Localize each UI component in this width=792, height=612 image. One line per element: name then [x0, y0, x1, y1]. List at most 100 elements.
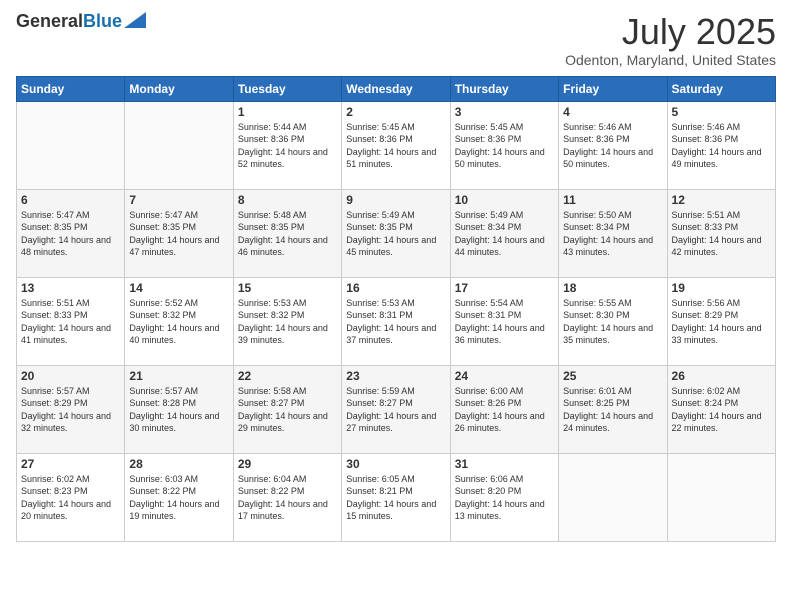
calendar-cell: 27 Sunrise: 6:02 AMSunset: 8:23 PMDayligh…: [17, 453, 125, 541]
header: GeneralBlue July 2025 Odenton, Maryland,…: [16, 12, 776, 68]
calendar-cell: 10 Sunrise: 5:49 AMSunset: 8:34 PMDayligh…: [450, 189, 558, 277]
day-info: Sunrise: 5:46 AMSunset: 8:36 PMDaylight:…: [672, 121, 771, 171]
calendar-header-row: Sunday Monday Tuesday Wednesday Thursday…: [17, 76, 776, 101]
calendar-cell: 4 Sunrise: 5:46 AMSunset: 8:36 PMDaylight…: [559, 101, 667, 189]
day-info: Sunrise: 5:55 AMSunset: 8:30 PMDaylight:…: [563, 297, 662, 347]
day-number: 12: [672, 193, 771, 207]
calendar-week-row: 1Sunrise: 5:44 AMSunset: 8:36 PMDaylight…: [17, 101, 776, 189]
calendar-cell: 17 Sunrise: 5:54 AMSunset: 8:31 PMDayligh…: [450, 277, 558, 365]
main-title: July 2025: [565, 12, 776, 52]
day-number: 21: [129, 369, 228, 383]
day-number: 22: [238, 369, 337, 383]
calendar-cell: 2Sunrise: 5:45 AMSunset: 8:36 PMDaylight…: [342, 101, 450, 189]
day-info: Sunrise: 5:58 AMSunset: 8:27 PMDaylight:…: [238, 385, 337, 435]
calendar-cell: 26 Sunrise: 6:02 AMSunset: 8:24 PMDayligh…: [667, 365, 775, 453]
calendar-week-row: 27 Sunrise: 6:02 AMSunset: 8:23 PMDayligh…: [17, 453, 776, 541]
day-info: Sunrise: 5:49 AMSunset: 8:34 PMDaylight:…: [455, 209, 554, 259]
calendar-cell: 15 Sunrise: 5:53 AMSunset: 8:32 PMDayligh…: [233, 277, 341, 365]
title-area: July 2025 Odenton, Maryland, United Stat…: [565, 12, 776, 68]
day-info: Sunrise: 6:02 AMSunset: 8:24 PMDaylight:…: [672, 385, 771, 435]
day-info: Sunrise: 5:53 AMSunset: 8:31 PMDaylight:…: [346, 297, 445, 347]
day-number: 8: [238, 193, 337, 207]
header-wednesday: Wednesday: [342, 76, 450, 101]
calendar-cell: 7 Sunrise: 5:47 AMSunset: 8:35 PMDaylight…: [125, 189, 233, 277]
day-number: 25: [563, 369, 662, 383]
day-info: Sunrise: 5:51 AMSunset: 8:33 PMDaylight:…: [21, 297, 120, 347]
day-number: 26: [672, 369, 771, 383]
day-number: 31: [455, 457, 554, 471]
day-info: Sunrise: 5:44 AMSunset: 8:36 PMDaylight:…: [238, 121, 337, 171]
calendar-cell: 19Sunrise: 5:56 AMSunset: 8:29 PMDayligh…: [667, 277, 775, 365]
calendar-cell: 30 Sunrise: 6:05 AMSunset: 8:21 PMDayligh…: [342, 453, 450, 541]
day-info: Sunrise: 5:45 AMSunset: 8:36 PMDaylight:…: [346, 121, 445, 171]
calendar-cell: 29 Sunrise: 6:04 AMSunset: 8:22 PMDayligh…: [233, 453, 341, 541]
header-tuesday: Tuesday: [233, 76, 341, 101]
day-info: Sunrise: 5:51 AMSunset: 8:33 PMDaylight:…: [672, 209, 771, 259]
calendar-cell: 12 Sunrise: 5:51 AMSunset: 8:33 PMDayligh…: [667, 189, 775, 277]
day-info: Sunrise: 5:59 AMSunset: 8:27 PMDaylight:…: [346, 385, 445, 435]
day-number: 17: [455, 281, 554, 295]
calendar-cell: 28 Sunrise: 6:03 AMSunset: 8:22 PMDayligh…: [125, 453, 233, 541]
day-info: Sunrise: 5:46 AMSunset: 8:36 PMDaylight:…: [563, 121, 662, 171]
day-info: Sunrise: 5:47 AMSunset: 8:35 PMDaylight:…: [129, 209, 228, 259]
day-number: 4: [563, 105, 662, 119]
subtitle: Odenton, Maryland, United States: [565, 52, 776, 68]
calendar-week-row: 20 Sunrise: 5:57 AMSunset: 8:29 PMDayligh…: [17, 365, 776, 453]
day-info: Sunrise: 5:52 AMSunset: 8:32 PMDaylight:…: [129, 297, 228, 347]
day-number: 3: [455, 105, 554, 119]
day-number: 28: [129, 457, 228, 471]
calendar-cell: 23 Sunrise: 5:59 AMSunset: 8:27 PMDayligh…: [342, 365, 450, 453]
day-info: Sunrise: 5:45 AMSunset: 8:36 PMDaylight:…: [455, 121, 554, 171]
page: GeneralBlue July 2025 Odenton, Maryland,…: [0, 0, 792, 612]
day-info: Sunrise: 5:49 AMSunset: 8:35 PMDaylight:…: [346, 209, 445, 259]
day-info: Sunrise: 5:47 AMSunset: 8:35 PMDaylight:…: [21, 209, 120, 259]
day-number: 29: [238, 457, 337, 471]
day-info: Sunrise: 6:01 AMSunset: 8:25 PMDaylight:…: [563, 385, 662, 435]
calendar-cell: 16 Sunrise: 5:53 AMSunset: 8:31 PMDayligh…: [342, 277, 450, 365]
calendar-cell: [667, 453, 775, 541]
calendar-cell: 31Sunrise: 6:06 AMSunset: 8:20 PMDayligh…: [450, 453, 558, 541]
calendar-cell: 3 Sunrise: 5:45 AMSunset: 8:36 PMDaylight…: [450, 101, 558, 189]
day-info: Sunrise: 5:53 AMSunset: 8:32 PMDaylight:…: [238, 297, 337, 347]
calendar-week-row: 6 Sunrise: 5:47 AMSunset: 8:35 PMDaylight…: [17, 189, 776, 277]
day-number: 20: [21, 369, 120, 383]
header-saturday: Saturday: [667, 76, 775, 101]
calendar-cell: [17, 101, 125, 189]
day-info: Sunrise: 5:50 AMSunset: 8:34 PMDaylight:…: [563, 209, 662, 259]
day-info: Sunrise: 5:57 AMSunset: 8:28 PMDaylight:…: [129, 385, 228, 435]
day-number: 6: [21, 193, 120, 207]
day-number: 10: [455, 193, 554, 207]
header-monday: Monday: [125, 76, 233, 101]
day-number: 24: [455, 369, 554, 383]
calendar-cell: 22 Sunrise: 5:58 AMSunset: 8:27 PMDayligh…: [233, 365, 341, 453]
calendar-cell: 21 Sunrise: 5:57 AMSunset: 8:28 PMDayligh…: [125, 365, 233, 453]
calendar-cell: 20 Sunrise: 5:57 AMSunset: 8:29 PMDayligh…: [17, 365, 125, 453]
day-info: Sunrise: 5:57 AMSunset: 8:29 PMDaylight:…: [21, 385, 120, 435]
calendar-cell: 13 Sunrise: 5:51 AMSunset: 8:33 PMDayligh…: [17, 277, 125, 365]
header-friday: Friday: [559, 76, 667, 101]
day-number: 23: [346, 369, 445, 383]
calendar: Sunday Monday Tuesday Wednesday Thursday…: [16, 76, 776, 542]
day-info: Sunrise: 6:04 AMSunset: 8:22 PMDaylight:…: [238, 473, 337, 523]
day-number: 15: [238, 281, 337, 295]
day-number: 30: [346, 457, 445, 471]
day-info: Sunrise: 5:54 AMSunset: 8:31 PMDaylight:…: [455, 297, 554, 347]
day-number: 7: [129, 193, 228, 207]
logo: GeneralBlue: [16, 12, 146, 32]
day-info: Sunrise: 6:05 AMSunset: 8:21 PMDaylight:…: [346, 473, 445, 523]
header-thursday: Thursday: [450, 76, 558, 101]
calendar-week-row: 13 Sunrise: 5:51 AMSunset: 8:33 PMDayligh…: [17, 277, 776, 365]
logo-icon: [124, 12, 146, 28]
day-number: 19: [672, 281, 771, 295]
day-info: Sunrise: 6:03 AMSunset: 8:22 PMDaylight:…: [129, 473, 228, 523]
calendar-cell: [559, 453, 667, 541]
calendar-cell: 9 Sunrise: 5:49 AMSunset: 8:35 PMDaylight…: [342, 189, 450, 277]
day-number: 13: [21, 281, 120, 295]
calendar-cell: 14Sunrise: 5:52 AMSunset: 8:32 PMDayligh…: [125, 277, 233, 365]
day-number: 27: [21, 457, 120, 471]
calendar-cell: 8Sunrise: 5:48 AMSunset: 8:35 PMDaylight…: [233, 189, 341, 277]
day-number: 9: [346, 193, 445, 207]
day-number: 16: [346, 281, 445, 295]
day-info: Sunrise: 6:02 AMSunset: 8:23 PMDaylight:…: [21, 473, 120, 523]
calendar-cell: 24Sunrise: 6:00 AMSunset: 8:26 PMDayligh…: [450, 365, 558, 453]
